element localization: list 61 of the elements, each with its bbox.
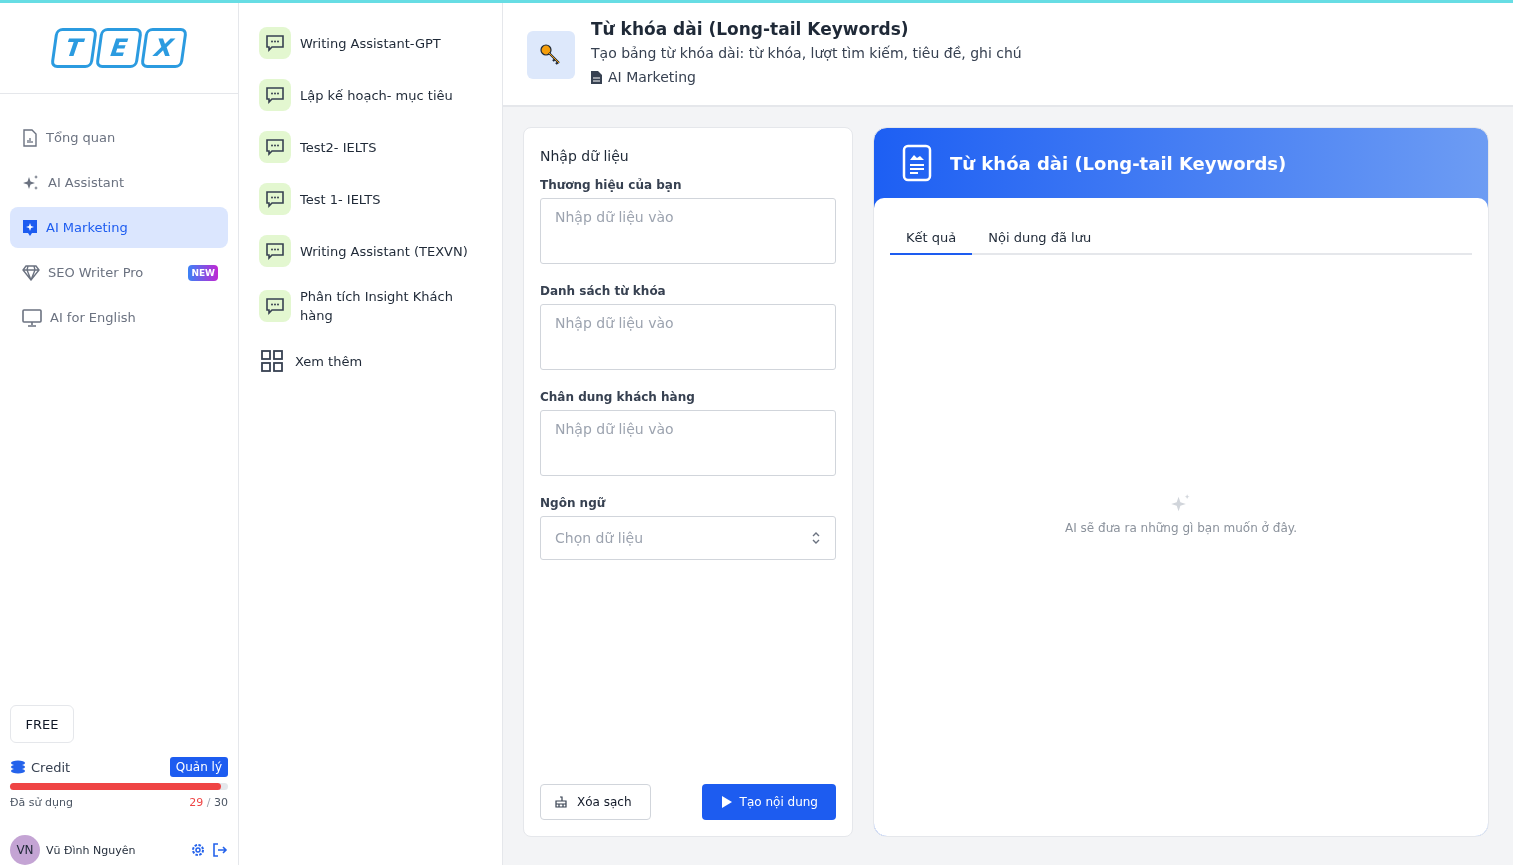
logout-icon[interactable]: [212, 842, 228, 858]
category-label: AI Marketing: [608, 69, 696, 85]
see-more-link[interactable]: Xem thêm: [259, 345, 482, 377]
chat-bubble-icon: [259, 131, 291, 163]
user-name: Vũ Đình Nguyên: [46, 843, 137, 857]
document-icon: [591, 70, 602, 84]
broom-icon: [555, 796, 567, 808]
input-field[interactable]: Nhập dữ liệu vào: [540, 198, 836, 264]
chat-bubble-icon: [259, 235, 291, 267]
chat-bubble-icon: [259, 27, 291, 59]
logo-letter: T: [50, 28, 98, 68]
assistant-item[interactable]: Phân tích Insight Khách hàng: [259, 287, 482, 325]
report-icon: [22, 128, 38, 147]
input-field[interactable]: Nhập dữ liệu vào: [540, 304, 836, 370]
field-label: Danh sách từ khóa: [540, 284, 667, 298]
nav-item[interactable]: AI Marketing: [10, 207, 228, 248]
field-label: Ngôn ngữ: [540, 496, 607, 510]
assistant-item[interactable]: Lập kế hoạch- mục tiêu: [259, 79, 482, 111]
chat-bubble-icon: [259, 183, 291, 215]
field-label: Chân dung khách hàng: [540, 390, 696, 404]
clear-button[interactable]: Xóa sạch: [540, 784, 651, 820]
logo-letter: X: [140, 28, 188, 68]
tab[interactable]: Nội dung đã lưu: [972, 222, 1108, 255]
sparkle-icon: [22, 173, 40, 192]
form-title: Nhập dữ liệu: [540, 148, 630, 164]
assistant-item[interactable]: Test2- IELTS: [259, 131, 482, 163]
generate-button[interactable]: Tạo nội dung: [701, 784, 836, 820]
nav-item[interactable]: Tổng quan: [10, 117, 228, 158]
assistant-item[interactable]: Writing Assistant-GPT: [259, 27, 482, 59]
tool-description: Tạo bảng từ khóa dài: từ khóa, lượt tìm kiếm, tiêu đề, ghi chú: [591, 45, 1022, 61]
manage-button[interactable]: Quản lý: [169, 757, 228, 777]
chevron-updown-icon: [811, 531, 821, 545]
credit-count: 29 / 30: [189, 796, 228, 809]
nav-item[interactable]: SEO Writer Pro NEW: [10, 252, 228, 293]
key-icon: [527, 31, 575, 79]
coins-icon: [10, 760, 26, 774]
logo-letter: E: [95, 28, 143, 68]
new-badge: NEW: [188, 264, 218, 281]
sparkle-badge-icon: [22, 218, 38, 237]
nav-item[interactable]: AI for English: [10, 297, 228, 338]
tool-title: Từ khóa dài (Long-tail Keywords): [591, 19, 910, 39]
settings-icon[interactable]: [190, 842, 206, 858]
plan-badge: FREE: [10, 705, 74, 743]
chat-bubble-icon: [259, 79, 291, 111]
diamond-icon: [22, 264, 40, 281]
result-header: Từ khóa dài (Long-tail Keywords): [874, 128, 1488, 198]
input-field[interactable]: Nhập dữ liệu vào: [540, 410, 836, 476]
play-icon: [721, 796, 732, 808]
field-label: Thương hiệu của bạn: [540, 178, 683, 192]
used-label: Đã sử dụng: [10, 796, 73, 809]
chat-bubble-icon: [259, 290, 291, 322]
empty-message: AI sẽ đưa ra những gì bạn muốn ở đây.: [1065, 520, 1297, 535]
grid-icon: [261, 350, 283, 372]
nav-item[interactable]: AI Assistant: [10, 162, 228, 203]
document-icon: [902, 144, 932, 182]
assistant-item[interactable]: Test 1- IELTS: [259, 183, 482, 215]
assistant-item[interactable]: Writing Assistant (TEXVN): [259, 235, 482, 267]
credit-label: Credit: [31, 759, 72, 775]
tab[interactable]: Kết quả: [890, 222, 973, 255]
avatar: VN: [10, 835, 40, 865]
monitor-icon: [22, 308, 42, 327]
